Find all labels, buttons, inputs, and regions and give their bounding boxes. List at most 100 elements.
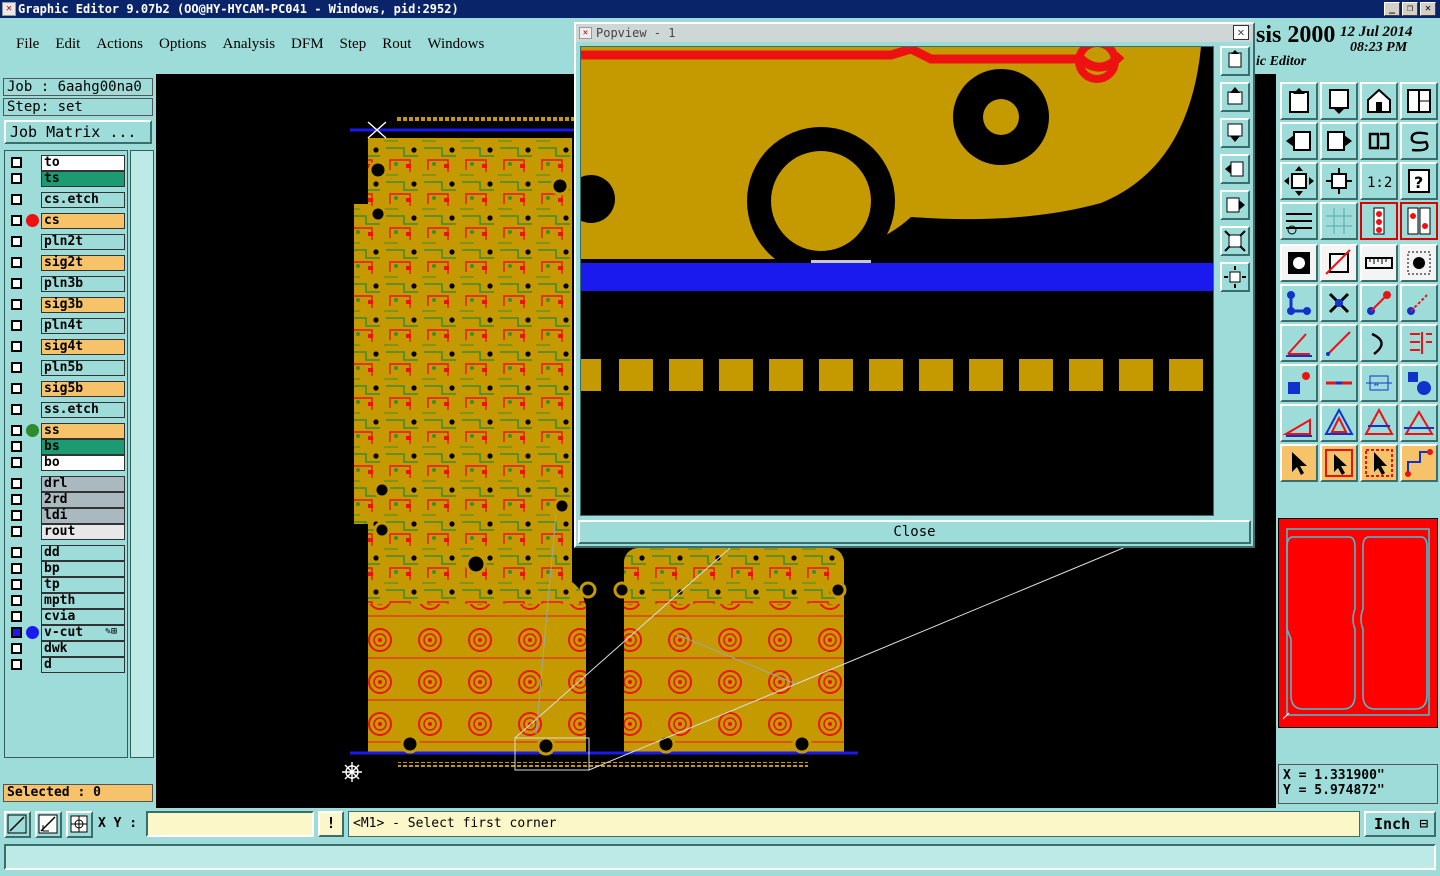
- layer-name[interactable]: pln2t: [41, 234, 125, 250]
- layer-checkbox[interactable]: [11, 362, 22, 373]
- restore-button[interactable]: ❐: [1402, 2, 1418, 16]
- layer-checkbox[interactable]: [11, 526, 22, 537]
- layer-row-d[interactable]: d: [5, 657, 129, 673]
- next-view-icon[interactable]: [1320, 122, 1358, 160]
- layer-row-ss[interactable]: ss: [5, 423, 129, 439]
- split-view-icon[interactable]: [1400, 82, 1438, 120]
- grid-view-icon[interactable]: [1320, 202, 1358, 240]
- zoom-fit-icon[interactable]: [1280, 162, 1318, 200]
- layer-checkbox[interactable]: [11, 547, 22, 558]
- layer-row-bo[interactable]: bo: [5, 455, 129, 471]
- unit-selector[interactable]: Inch ⊟: [1364, 811, 1436, 837]
- layer-checkbox[interactable]: [11, 579, 22, 590]
- angle-icon[interactable]: [1280, 324, 1318, 362]
- layer-row-bp[interactable]: bp: [5, 561, 129, 577]
- connect-2-icon[interactable]: [1400, 284, 1438, 322]
- layer-row-dwk[interactable]: dwk: [5, 641, 129, 657]
- layer-row-drl[interactable]: drl: [5, 476, 129, 492]
- layer-row-ss-etch[interactable]: ss.etch: [5, 402, 129, 418]
- fill-mode-icon[interactable]: [1280, 244, 1318, 282]
- pointer-select-icon[interactable]: [1360, 444, 1398, 482]
- pan-up-icon[interactable]: [1220, 82, 1250, 112]
- pointer-icon[interactable]: [1280, 444, 1318, 482]
- layer-name[interactable]: d: [41, 657, 125, 673]
- ruler-tools-icon[interactable]: [1280, 202, 1318, 240]
- layer-row-cvia[interactable]: cvia: [5, 609, 129, 625]
- layer-row-pln5b[interactable]: pln5b: [5, 360, 129, 376]
- layer-name[interactable]: pln4t: [41, 318, 125, 334]
- layer-checkbox[interactable]: [11, 194, 22, 205]
- message-button[interactable]: !: [318, 811, 344, 837]
- xy-input[interactable]: [146, 811, 314, 837]
- menu-edit[interactable]: Edit: [47, 36, 88, 53]
- layer-name[interactable]: drl: [41, 476, 125, 492]
- layer-row-sig5b[interactable]: sig5b: [5, 381, 129, 397]
- menu-actions[interactable]: Actions: [88, 36, 151, 53]
- zoom-in-icon[interactable]: [1220, 226, 1250, 256]
- loop-icon[interactable]: [1360, 122, 1398, 160]
- layer-checkbox[interactable]: [11, 595, 22, 606]
- close-window-button[interactable]: ✕: [1420, 2, 1436, 16]
- pad-view-icon[interactable]: [1400, 244, 1438, 282]
- zoom-home-icon[interactable]: [1220, 46, 1250, 76]
- layer-row-rout[interactable]: rout: [5, 524, 129, 540]
- grid-icon[interactable]: [66, 811, 93, 838]
- layer-name[interactable]: 2rd: [41, 492, 125, 508]
- dimension-icon[interactable]: ↔: [1360, 364, 1398, 402]
- zoom-out-icon[interactable]: [1220, 262, 1250, 292]
- triangle-2-icon[interactable]: [1320, 404, 1358, 442]
- layer-checkbox[interactable]: [11, 157, 22, 168]
- pan-left-icon[interactable]: [1220, 154, 1250, 184]
- layer-checkbox[interactable]: [11, 457, 22, 468]
- line-tool-icon[interactable]: [1320, 324, 1358, 362]
- menu-analysis[interactable]: Analysis: [215, 36, 284, 53]
- layer-checkbox[interactable]: [11, 278, 22, 289]
- layer-name[interactable]: dd: [41, 545, 125, 561]
- layer-name[interactable]: ss: [41, 423, 125, 439]
- scale-1-2-icon[interactable]: 1:2: [1360, 162, 1398, 200]
- menu-options[interactable]: Options: [151, 36, 215, 53]
- triangle-3-icon[interactable]: [1360, 404, 1398, 442]
- layer-row-tp[interactable]: tp: [5, 577, 129, 593]
- layer-row-sig2t[interactable]: sig2t: [5, 255, 129, 271]
- layer-name[interactable]: cs.etch: [41, 192, 125, 208]
- layer-checkbox[interactable]: [11, 341, 22, 352]
- layer-checkbox[interactable]: [11, 383, 22, 394]
- layer-row-mpth[interactable]: mpth: [5, 593, 129, 609]
- popview-window[interactable]: ✕ Popview - 1 ✕ Close: [574, 22, 1255, 548]
- layer-row-bs[interactable]: bs: [5, 439, 129, 455]
- layer-row-dd[interactable]: dd: [5, 545, 129, 561]
- dash-tool-icon[interactable]: [1320, 364, 1358, 402]
- layer-name[interactable]: dwk: [41, 641, 125, 657]
- menu-file[interactable]: File: [8, 36, 47, 53]
- net-select-icon[interactable]: [1280, 284, 1318, 322]
- fit-view-icon[interactable]: [1320, 82, 1358, 120]
- layer-name[interactable]: mpth: [41, 593, 125, 609]
- layer-name[interactable]: ss.etch: [41, 402, 125, 418]
- layer-row-cs[interactable]: cs: [5, 213, 129, 229]
- layer-name[interactable]: ts: [41, 171, 125, 187]
- layer-checkbox[interactable]: [11, 257, 22, 268]
- layer-checkbox[interactable]: [11, 659, 22, 670]
- panel-overview-map[interactable]: [1278, 518, 1438, 728]
- layer-scrollbar[interactable]: [130, 150, 154, 758]
- layer-checkbox[interactable]: [11, 299, 22, 310]
- pan-right-icon[interactable]: [1220, 190, 1250, 220]
- layer-row-v-cut[interactable]: v-cut ✎⊞: [5, 625, 129, 641]
- layer-checkbox[interactable]: [11, 611, 22, 622]
- align-icon[interactable]: [1400, 324, 1438, 362]
- layer-row-2rd[interactable]: 2rd: [5, 492, 129, 508]
- layer-row-sig3b[interactable]: sig3b: [5, 297, 129, 313]
- redraw-icon[interactable]: [1400, 122, 1438, 160]
- layer-name[interactable]: bp: [41, 561, 125, 577]
- layer-checkbox[interactable]: [11, 494, 22, 505]
- layer-checkbox[interactable]: [11, 236, 22, 247]
- house-icon[interactable]: [1360, 82, 1398, 120]
- layer-name[interactable]: sig2t: [41, 255, 125, 271]
- menu-step[interactable]: Step: [332, 36, 375, 53]
- layer-checkbox[interactable]: [11, 320, 22, 331]
- job-matrix-button[interactable]: Job Matrix ...: [4, 120, 152, 144]
- layer-toggle-icon[interactable]: [1360, 202, 1398, 240]
- layer-name[interactable]: cvia: [41, 609, 125, 625]
- layer-name[interactable]: pln3b: [41, 276, 125, 292]
